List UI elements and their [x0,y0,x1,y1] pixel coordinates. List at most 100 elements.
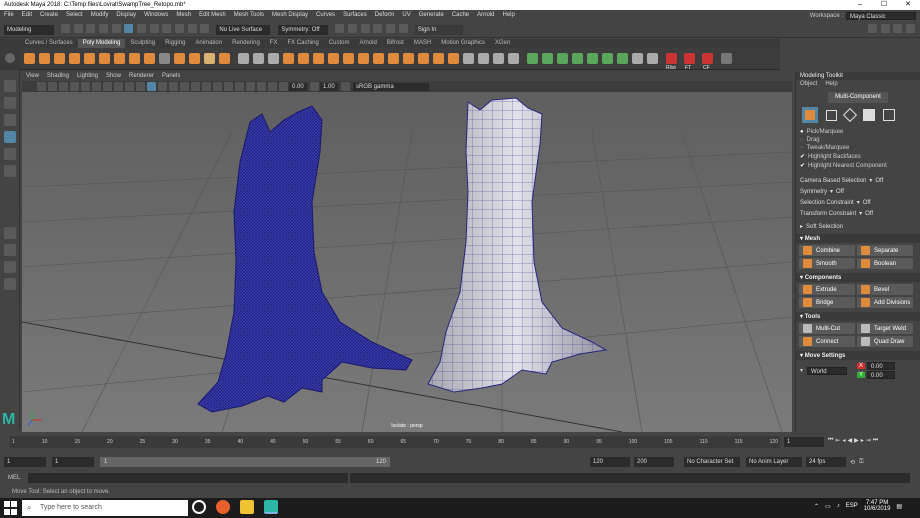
anim-layer-dropdown[interactable]: No Anim Layer [746,457,802,467]
windows-start-icon[interactable] [4,501,18,515]
menu-display[interactable]: Display [116,10,136,21]
symmetry-row[interactable]: Symmetry ▾ Off [800,188,916,196]
wireframe-on-shaded-icon[interactable] [169,82,178,91]
extract-icon[interactable] [328,53,339,64]
cf-icon[interactable]: CF [702,53,713,71]
bevel-button[interactable]: Bevel [857,284,913,295]
menu-file[interactable]: File [4,10,14,21]
render-settings-icon[interactable] [373,24,383,33]
components-section-header[interactable]: ▾ Components [796,273,920,282]
textured-icon[interactable] [180,82,189,91]
sew-uv-icon[interactable] [617,53,628,64]
color-management-icon[interactable] [341,82,350,91]
menu-arnold[interactable]: Arnold [477,10,494,21]
snap-point-icon[interactable] [175,24,185,33]
play-backwards-icon[interactable]: ◀ [847,437,852,444]
open-icon[interactable] [73,24,83,33]
smooth-shade-icon[interactable] [158,82,167,91]
firefox-icon[interactable] [216,500,230,514]
option-highlight-nearest[interactable]: ✔ Highlight Nearest Component [800,162,916,170]
boolean-button[interactable]: Boolean [857,258,913,269]
smooth-icon[interactable] [313,53,324,64]
grid-icon[interactable] [70,82,79,91]
fps-dropdown[interactable]: 24 fps [806,457,846,467]
poly-pipe-icon[interactable] [174,53,185,64]
connect-button[interactable]: Connect [799,336,855,347]
snap-view-icon[interactable] [187,24,197,33]
hypershade-icon[interactable] [386,24,396,33]
notifications-icon[interactable]: ▤ [896,503,902,510]
toolkit-menu-object[interactable]: Object [800,81,817,87]
separate-icon[interactable] [298,53,309,64]
extrude-icon[interactable] [373,53,384,64]
anti-aliasing-icon[interactable] [235,82,244,91]
select-by-component-icon[interactable] [137,24,147,33]
mel-label[interactable]: MEL [8,475,28,481]
tools-section-header[interactable]: ▾ Tools [796,312,920,321]
exposure-icon[interactable] [279,82,288,91]
menu-edit-mesh[interactable]: Edit Mesh [199,10,226,21]
symmetry-dropdown[interactable]: Symmetry: Off [278,24,329,35]
safe-title-icon[interactable] [136,82,145,91]
tab-animation[interactable]: Animation [190,39,227,48]
panel-menu-lighting[interactable]: Lighting [77,72,98,81]
history-icon[interactable] [335,24,345,33]
menu-surfaces[interactable]: Surfaces [343,10,367,21]
outliner-layout-icon[interactable] [3,261,16,273]
tab-xgen[interactable]: XGen [490,39,515,48]
mel-input[interactable] [28,473,348,483]
use-all-lights-icon[interactable] [191,82,200,91]
poly-disc-icon[interactable] [114,53,125,64]
lattice-icon[interactable] [238,53,249,64]
volume-icon[interactable]: ♪ [837,503,840,509]
object-mode-icon[interactable] [802,107,818,123]
sweep-mesh-icon[interactable] [159,53,170,64]
mesh-section-header[interactable]: ▾ Mesh [796,234,920,243]
workspace-dropdown[interactable]: Maya Classic [846,12,916,20]
option-pick-marquee[interactable]: ● Pick/Marquee [800,129,916,135]
menu-generate[interactable]: Generate [419,10,444,21]
end-time-field[interactable]: 200 [634,457,674,467]
xray-icon[interactable] [257,82,266,91]
menu-create[interactable]: Create [40,10,58,21]
channel-box-icon[interactable] [906,24,915,33]
option-highlight-backfaces[interactable]: ✔ Highlight Backfaces [800,153,916,161]
ambient-occlusion-icon[interactable] [213,82,222,91]
tab-curves-surfaces[interactable]: Curves / Surfaces [20,39,78,48]
clock[interactable]: 7:47 PM 10/6/2019 [864,500,891,512]
menu-mesh-tools[interactable]: Mesh Tools [234,10,264,21]
append-polygon-icon[interactable] [418,53,429,64]
poly-cube-icon[interactable] [39,53,50,64]
time-slider-track[interactable]: 1 10 15 20 25 30 35 40 45 50 55 60 65 70… [10,436,780,448]
gear-icon[interactable] [5,53,15,63]
step-forward-frame-icon[interactable]: ▸ [861,437,864,444]
vertex-mode-icon[interactable] [826,109,837,121]
tool-settings-icon[interactable] [893,24,903,33]
tab-fx-caching[interactable]: FX Caching [282,39,323,48]
poly-cone-icon[interactable] [69,53,80,64]
folder-icon[interactable] [61,24,70,33]
tab-rendering[interactable]: Rendering [227,39,265,48]
menu-modify[interactable]: Modify [91,10,109,21]
tab-bifrost[interactable]: Bifrost [382,39,409,48]
mirror-icon[interactable] [253,53,264,64]
maximize-button[interactable]: ☐ [872,0,896,10]
isolate-select-icon[interactable] [246,82,255,91]
play-forwards-icon[interactable]: ▶ [854,437,859,444]
step-back-key-icon[interactable]: ⇤ [835,437,840,444]
auto-key-icon[interactable]: ⚿ [859,459,864,466]
playback-start-field[interactable]: 1 [52,457,94,467]
cut-uv-icon[interactable] [602,53,613,64]
poly-sphere-icon[interactable] [24,53,35,64]
render-frame-icon[interactable] [348,24,358,33]
undo-icon[interactable] [99,24,109,33]
snap-curve-icon[interactable] [162,24,172,33]
tab-sculpting[interactable]: Sculpting [125,39,160,48]
smooth-button[interactable]: Smooth [799,258,855,269]
gamma-icon[interactable] [310,82,319,91]
live-surface-field[interactable]: No Live Surface [216,24,271,35]
offset-loop-icon[interactable] [493,53,504,64]
poly-torus-icon[interactable] [84,53,95,64]
gamma-field[interactable]: 1.00 [320,82,338,91]
close-button[interactable]: ✕ [896,0,920,10]
